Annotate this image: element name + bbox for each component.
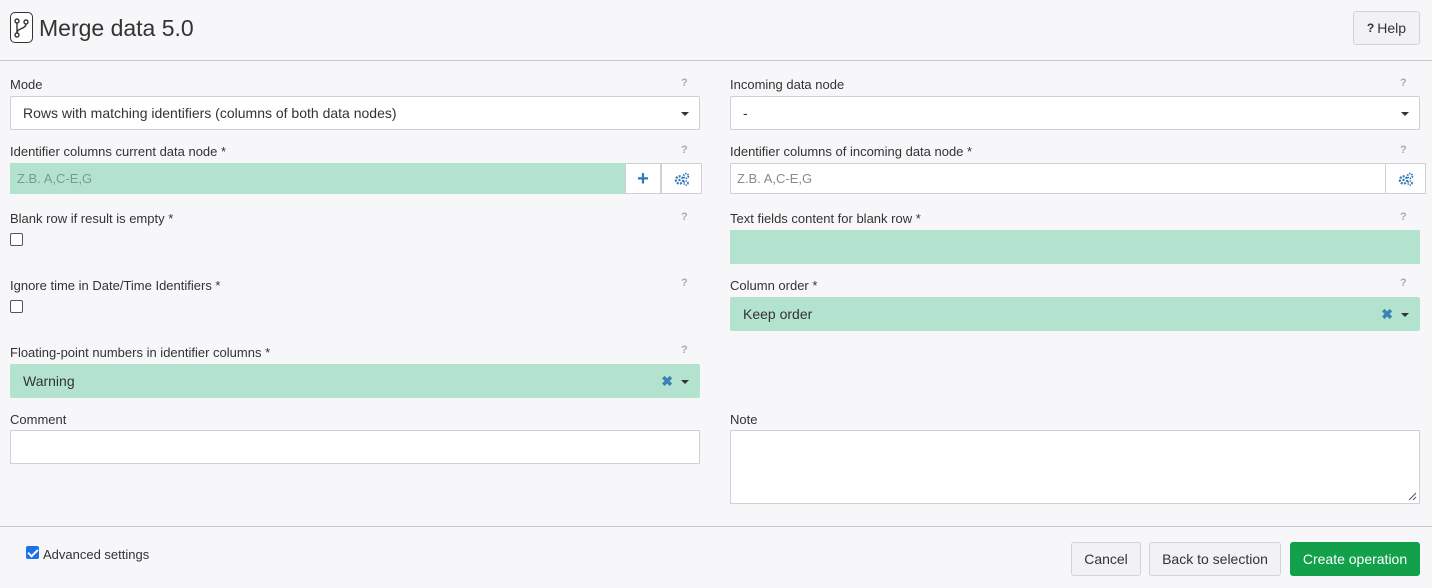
float-numbers-select[interactable]: Warning ✖ <box>10 364 700 398</box>
blank-row-help-icon[interactable]: ? <box>681 211 688 223</box>
chevron-down-icon <box>681 380 689 384</box>
float-numbers-label: Floating-point numbers in identifier col… <box>10 345 271 360</box>
footer-divider <box>0 526 1432 527</box>
text-blank-row-help-icon[interactable]: ? <box>1400 211 1407 223</box>
plus-icon: + <box>637 167 649 190</box>
blank-row-checkbox[interactable] <box>10 233 23 246</box>
chevron-down-icon <box>1401 112 1409 116</box>
note-textarea[interactable] <box>730 430 1420 504</box>
column-order-select-value: Keep order <box>743 306 813 322</box>
comment-label: Comment <box>10 412 67 427</box>
incoming-node-label: Incoming data node <box>730 77 845 92</box>
back-to-selection-button[interactable]: Back to selection <box>1149 542 1281 576</box>
ignore-time-help-icon[interactable]: ? <box>681 277 688 289</box>
incoming-column-settings-button[interactable] <box>1385 163 1426 194</box>
resize-handle-icon[interactable] <box>1408 492 1417 501</box>
comment-input[interactable] <box>10 430 700 464</box>
add-column-button[interactable]: + <box>625 163 661 194</box>
advanced-settings-label[interactable]: Advanced settings <box>43 547 149 562</box>
id-cols-incoming-help-icon[interactable]: ? <box>1400 144 1407 156</box>
id-cols-current-label: Identifier columns current data node * <box>10 144 227 159</box>
mode-select-value: Rows with matching identifiers (columns … <box>23 105 397 121</box>
id-cols-current-input[interactable] <box>10 163 626 194</box>
mode-label: Mode <box>10 77 43 92</box>
cancel-button[interactable]: Cancel <box>1071 542 1141 576</box>
column-order-label: Column order * <box>730 278 818 293</box>
incoming-node-help-icon[interactable]: ? <box>1400 77 1407 89</box>
text-blank-row-label: Text fields content for blank row * <box>730 211 921 226</box>
help-button[interactable]: ? Help <box>1353 11 1420 45</box>
dialog-header: Merge data 5.0 ? Help <box>0 0 1432 61</box>
id-cols-incoming-label: Identifier columns of incoming data node… <box>730 144 973 159</box>
column-order-help-icon[interactable]: ? <box>1400 277 1407 289</box>
incoming-node-select[interactable]: - <box>730 96 1420 130</box>
clear-icon[interactable]: ✖ <box>1381 306 1393 323</box>
mode-select[interactable]: Rows with matching identifiers (columns … <box>10 96 700 130</box>
page-title: Merge data 5.0 <box>39 15 194 41</box>
question-icon: ? <box>1366 21 1375 35</box>
ignore-time-label: Ignore time in Date/Time Identifiers * <box>10 278 221 293</box>
text-blank-row-input[interactable] <box>730 230 1420 264</box>
column-order-select[interactable]: Keep order ✖ <box>730 297 1420 331</box>
blank-row-label: Blank row if result is empty * <box>10 211 174 226</box>
id-cols-current-help-icon[interactable]: ? <box>681 144 688 156</box>
float-numbers-help-icon[interactable]: ? <box>681 344 688 356</box>
gears-icon <box>674 172 689 186</box>
chevron-down-icon <box>1401 313 1409 317</box>
chevron-down-icon <box>681 112 689 116</box>
id-cols-incoming-input[interactable] <box>730 163 1386 194</box>
advanced-settings-checkbox[interactable] <box>26 546 39 559</box>
column-settings-button[interactable] <box>661 163 702 194</box>
note-label: Note <box>730 412 758 427</box>
ignore-time-checkbox[interactable] <box>10 300 23 313</box>
help-button-label: Help <box>1377 20 1407 36</box>
create-operation-button[interactable]: Create operation <box>1290 542 1420 576</box>
clear-icon[interactable]: ✖ <box>661 373 673 390</box>
incoming-node-select-value: - <box>743 105 748 121</box>
gears-icon <box>1398 172 1413 186</box>
float-numbers-select-value: Warning <box>23 373 75 389</box>
merge-icon <box>10 12 33 43</box>
mode-help-icon[interactable]: ? <box>681 77 688 89</box>
